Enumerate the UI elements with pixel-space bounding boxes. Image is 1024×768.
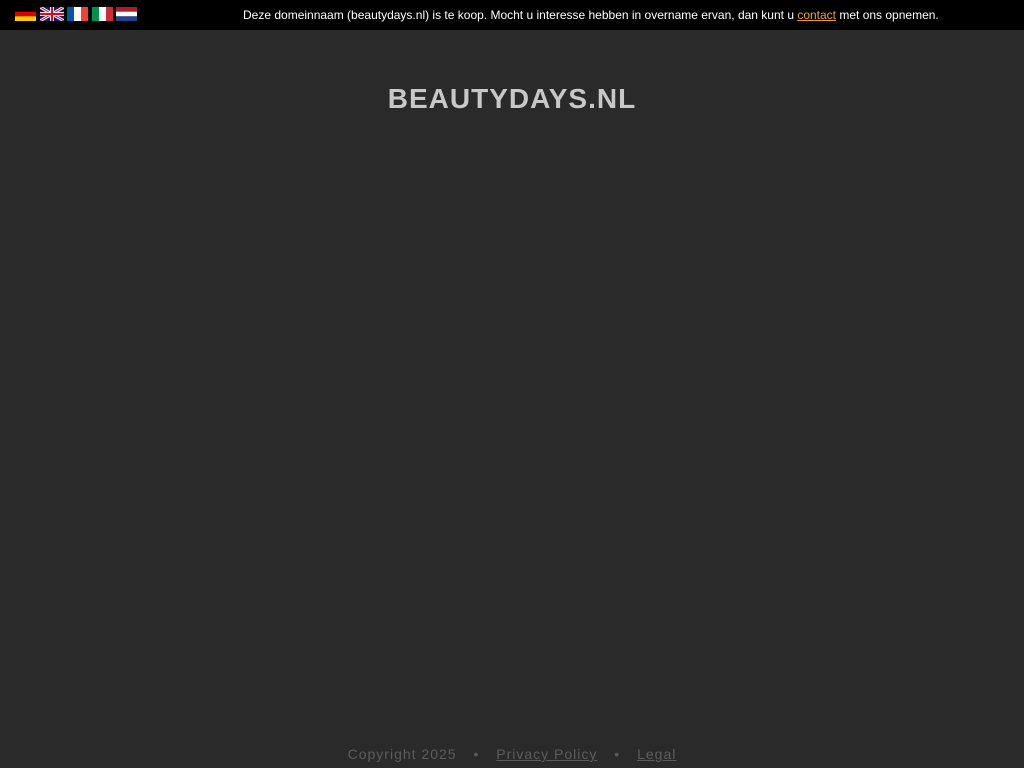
notice-text-before: Deze domeinnaam (beautydays.nl) is te ko… bbox=[243, 8, 798, 22]
sale-notice: Deze domeinnaam (beautydays.nl) is te ko… bbox=[243, 8, 939, 22]
flag-fr-icon[interactable] bbox=[67, 7, 88, 21]
top-bar: Deze domeinnaam (beautydays.nl) is te ko… bbox=[0, 0, 1024, 30]
footer-separator: • bbox=[614, 746, 621, 762]
site-title: BEAUTYDAYS.NL bbox=[387, 83, 637, 114]
contact-link[interactable]: contact bbox=[797, 8, 836, 22]
copyright-text: Copyright 2025 bbox=[347, 746, 457, 762]
footer-separator: • bbox=[473, 746, 480, 762]
flag-de-icon[interactable] bbox=[15, 7, 36, 21]
flag-gb-icon[interactable] bbox=[39, 7, 64, 21]
flag-it-icon[interactable] bbox=[91, 7, 113, 21]
privacy-policy-link[interactable]: Privacy Policy bbox=[496, 746, 597, 762]
flag-nl-icon[interactable] bbox=[116, 7, 137, 21]
legal-link[interactable]: Legal bbox=[637, 746, 676, 762]
footer: Copyright 2025 • Privacy Policy • Legal bbox=[0, 746, 1024, 762]
language-selector bbox=[15, 7, 141, 21]
notice-text-after: met ons opnemen. bbox=[836, 8, 939, 22]
